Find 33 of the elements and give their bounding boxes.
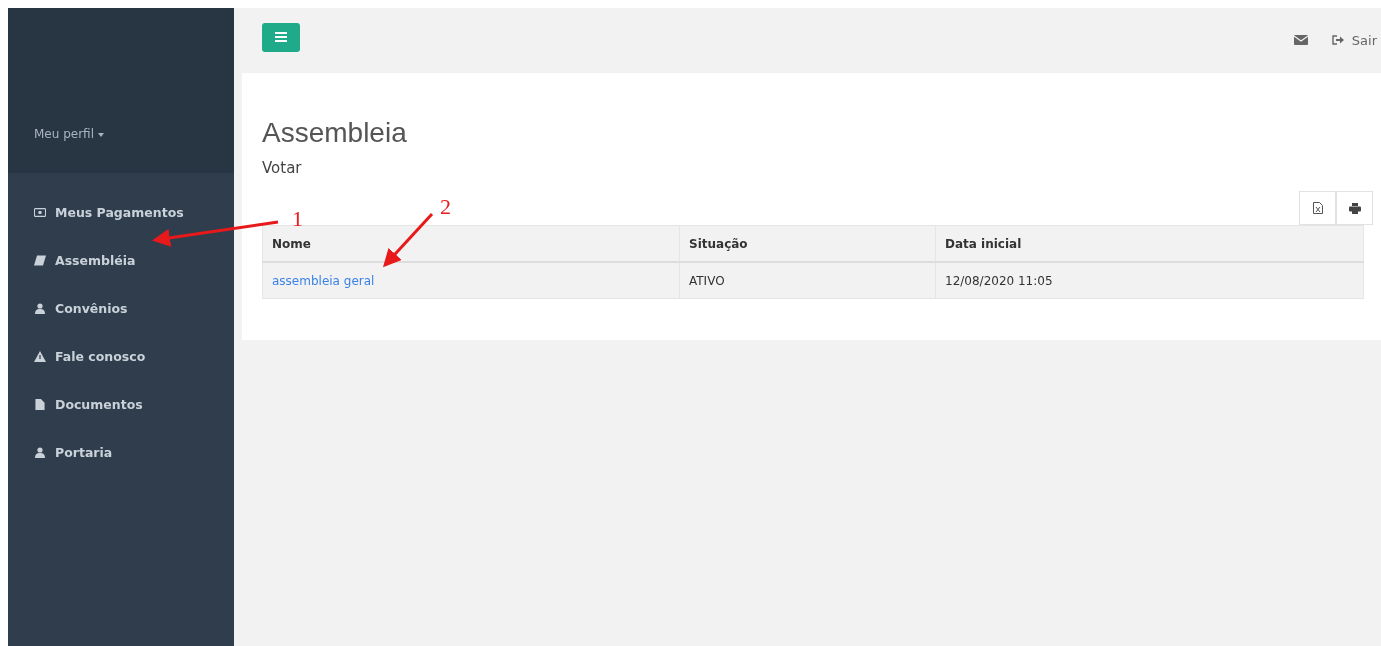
column-header: Nome [262, 225, 680, 262]
spreadsheet-file-icon [1312, 202, 1323, 214]
sidebar-item[interactable]: Portaria [8, 428, 234, 476]
book-icon [34, 254, 46, 266]
export-excel-button[interactable] [1299, 191, 1336, 225]
logout-icon [1331, 35, 1344, 45]
logout-link[interactable]: Sair [1331, 32, 1377, 48]
table-cell: 12/08/2020 11:05 [935, 262, 1364, 299]
sidebar-item[interactable]: Fale conosco [8, 332, 234, 380]
sidebar-item[interactable]: Assembléia [8, 236, 234, 284]
sidebar-item[interactable]: Meus Pagamentos [8, 188, 234, 236]
print-button[interactable] [1336, 191, 1373, 225]
user-icon [34, 446, 46, 458]
profile-menu[interactable]: Meu perfil [34, 127, 104, 141]
column-header: Data inicial [935, 225, 1364, 262]
table-cell: ATIVO [679, 262, 936, 299]
menu-icon [275, 32, 287, 42]
sidebar-item[interactable]: Documentos [8, 380, 234, 428]
mail-icon[interactable] [1293, 35, 1308, 45]
menu-button[interactable] [262, 22, 300, 52]
page-subtitle: Votar [262, 159, 303, 177]
print-icon [1348, 202, 1361, 214]
annotation-number: 2 [440, 194, 451, 219]
column-header: Situação [679, 225, 936, 262]
annotation-arrow [382, 213, 434, 268]
user-icon [34, 302, 46, 314]
assembly-link[interactable]: assembleia geral [272, 273, 375, 288]
warning-icon [34, 350, 46, 362]
money-icon [34, 206, 46, 218]
sidebar-item[interactable]: Convênios [8, 284, 234, 332]
file-icon [34, 398, 46, 410]
page-title: Assembleia [262, 116, 408, 150]
caret-icon [97, 132, 104, 137]
